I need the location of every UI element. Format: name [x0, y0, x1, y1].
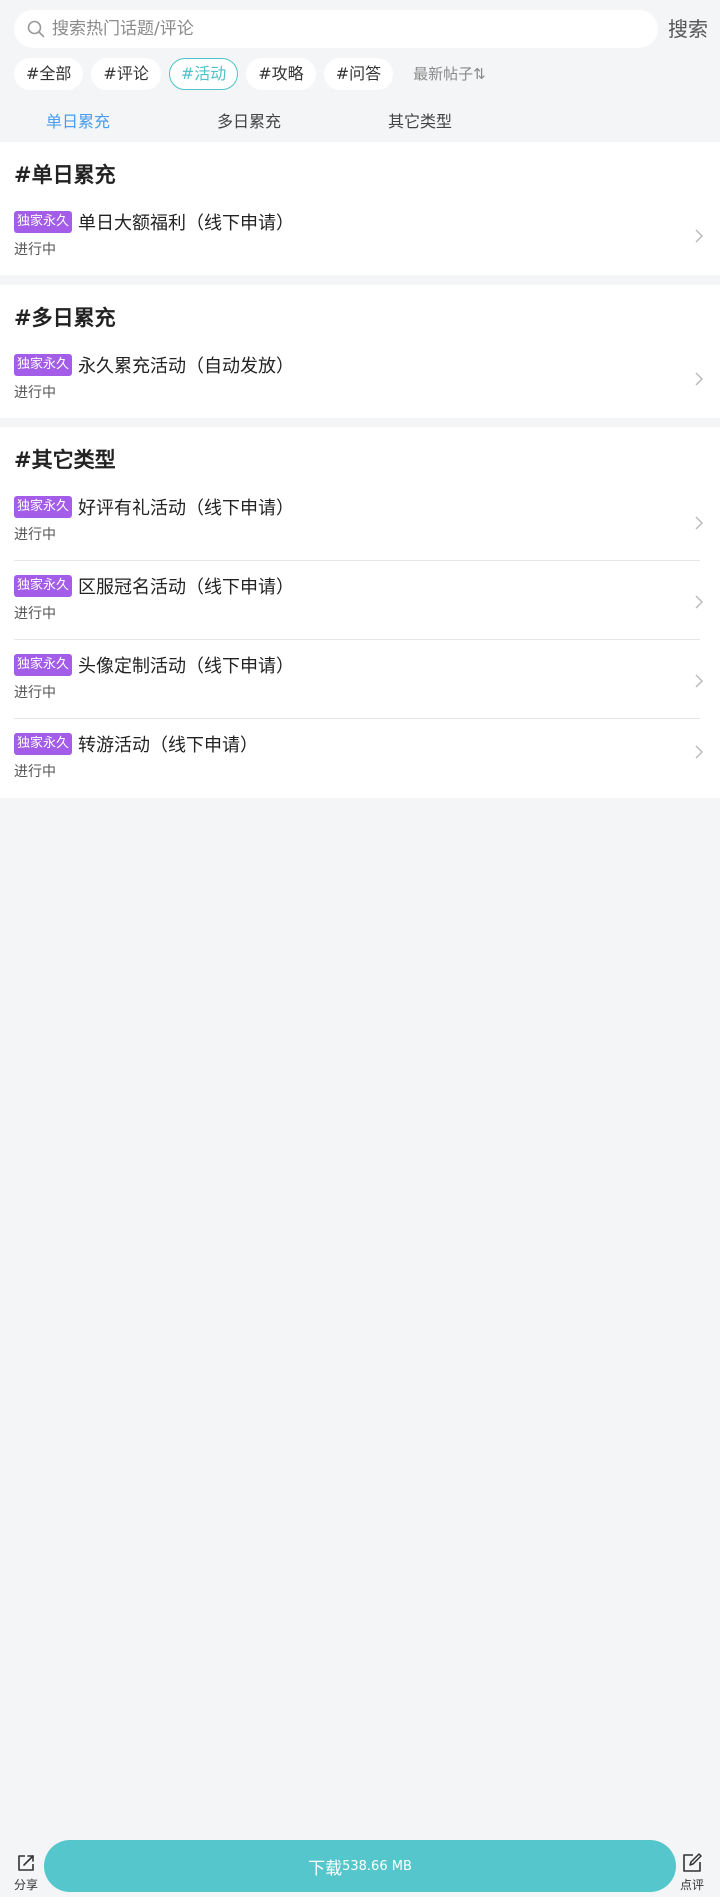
chip-guides[interactable]: #攻略 — [246, 58, 316, 90]
item-status: 进行中 — [14, 764, 56, 780]
item-status: 进行中 — [14, 242, 56, 258]
list-item[interactable]: 独家永久 区服冠名活动（线下申请） 进行中 — [0, 572, 720, 632]
item-title: 转游活动（线下申请） — [78, 735, 259, 756]
download-label: 下载 — [308, 1858, 343, 1879]
tab-single-day[interactable]: 单日累充 — [46, 104, 110, 140]
chevron-right-icon — [695, 595, 704, 609]
search-box[interactable] — [14, 10, 658, 48]
download-button[interactable]: 下载 538.66 MB — [44, 1840, 676, 1892]
exclusive-badge: 独家永久 — [14, 496, 73, 518]
download-size: 538.66 MB — [342, 1858, 412, 1874]
item-title: 永久累充活动（自动发放） — [78, 356, 295, 377]
tab-multi-day[interactable]: 多日累充 — [217, 104, 281, 140]
item-title-row: 独家永久 转游活动（线下申请） — [14, 730, 258, 758]
item-title-row: 独家永久 永久累充活动（自动发放） — [14, 351, 294, 379]
section-single-day: #单日累充 独家永久 单日大额福利（线下申请） 进行中 — [0, 142, 720, 275]
item-title: 单日大额福利（线下申请） — [78, 213, 295, 234]
section-multi-day: #多日累充 独家永久 永久累充活动（自动发放） 进行中 — [0, 285, 720, 418]
item-title-row: 独家永久 头像定制活动（线下申请） — [14, 651, 294, 679]
list-item[interactable]: 独家永久 单日大额福利（线下申请） 进行中 — [0, 208, 720, 268]
chevron-right-icon — [695, 516, 704, 530]
item-title: 好评有礼活动（线下申请） — [78, 498, 295, 519]
list-item[interactable]: 独家永久 头像定制活动（线下申请） 进行中 — [0, 651, 720, 711]
section-title: #其它类型 — [14, 448, 116, 472]
chevron-right-icon — [695, 745, 704, 759]
chip-qa[interactable]: #问答 — [323, 58, 394, 90]
share-icon — [18, 1855, 34, 1871]
divider — [14, 718, 700, 719]
list-item[interactable]: 独家永久 好评有礼活动（线下申请） 进行中 — [0, 493, 720, 553]
item-title-row: 独家永久 区服冠名活动（线下申请） — [14, 572, 294, 600]
item-title-row: 独家永久 单日大额福利（线下申请） — [14, 208, 294, 236]
edit-icon — [683, 1853, 702, 1872]
list-item[interactable]: 独家永久 永久累充活动（自动发放） 进行中 — [0, 351, 720, 411]
item-status: 进行中 — [14, 527, 56, 543]
chip-all[interactable]: #全部 — [14, 58, 84, 90]
item-status: 进行中 — [14, 685, 56, 701]
search-input[interactable] — [52, 10, 658, 48]
exclusive-badge: 独家永久 — [14, 354, 73, 376]
item-status: 进行中 — [14, 385, 56, 401]
exclusive-badge: 独家永久 — [14, 211, 73, 233]
chip-events[interactable]: #活动 — [168, 58, 239, 90]
search-button[interactable]: 搜索 — [666, 14, 710, 44]
divider — [14, 639, 700, 640]
share-label: 分享 — [13, 1878, 38, 1892]
section-other: #其它类型 独家永久 好评有礼活动（线下申请） 进行中 独家永久 区服冠名活动（… — [0, 427, 720, 798]
divider — [14, 560, 700, 561]
chevron-right-icon — [695, 674, 704, 688]
exclusive-badge: 独家永久 — [14, 733, 73, 755]
exclusive-badge: 独家永久 — [14, 654, 73, 676]
sort-latest-button[interactable]: 最新帖子⇅ — [413, 58, 486, 90]
category-tabs: 单日累充 多日累充 其它类型 — [0, 104, 720, 140]
item-title: 区服冠名活动（线下申请） — [78, 577, 295, 598]
chevron-right-icon — [695, 372, 704, 386]
chevron-right-icon — [695, 229, 704, 243]
topic-chips: #全部 #评论 #活动 #攻略 #问答 最新帖子⇅ — [14, 58, 486, 90]
section-title: #多日累充 — [14, 306, 116, 330]
item-status: 进行中 — [14, 606, 56, 622]
tab-other[interactable]: 其它类型 — [388, 104, 452, 140]
share-button[interactable]: 分享 — [6, 1852, 46, 1896]
item-title-row: 独家永久 好评有礼活动（线下申请） — [14, 493, 294, 521]
list-item[interactable]: 独家永久 转游活动（线下申请） 进行中 — [0, 730, 720, 790]
search-icon — [27, 20, 45, 38]
review-button[interactable]: 点评 — [672, 1852, 712, 1896]
chip-comments[interactable]: #评论 — [91, 58, 161, 90]
exclusive-badge: 独家永久 — [14, 575, 73, 597]
review-label: 点评 — [679, 1878, 704, 1892]
item-title: 头像定制活动（线下申请） — [78, 656, 295, 677]
search-row: 搜索 — [0, 0, 720, 56]
section-title: #单日累充 — [14, 163, 116, 187]
